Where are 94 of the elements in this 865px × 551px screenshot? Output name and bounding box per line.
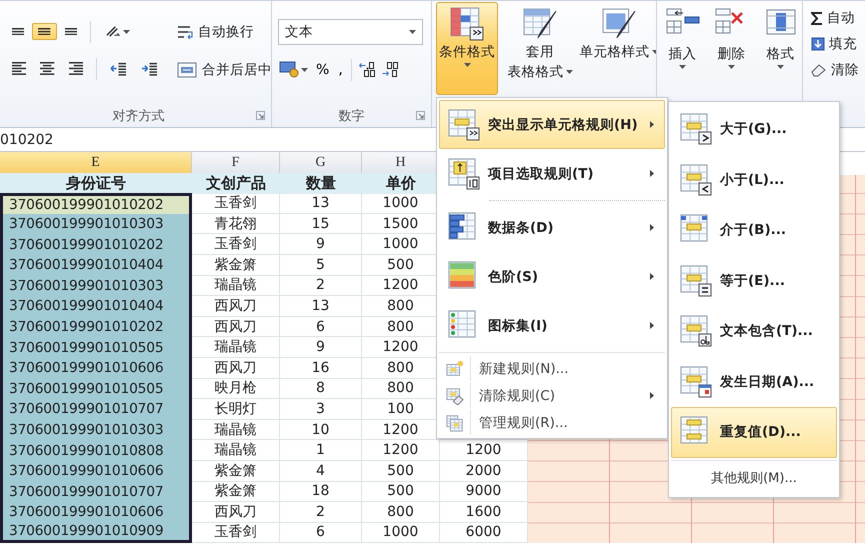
cell-styles-button[interactable]: 单元格样式 [582, 2, 656, 95]
table-cell: 映月枪 [192, 378, 280, 400]
table-cell: 370600199901010303 [0, 276, 192, 296]
menu-item[interactable]: 数据条(D) [439, 203, 665, 252]
menu-item[interactable]: 重复值(D)... [671, 407, 837, 458]
formula-value: 010202 [0, 132, 54, 148]
table-cell: 370600199901010202 [0, 316, 192, 338]
menu-item[interactable]: 图标集(I) [439, 301, 665, 350]
percent-button[interactable]: % [312, 62, 334, 78]
table-cell: 13 [280, 193, 362, 214]
number-format-dropdown[interactable]: 文本 [278, 19, 423, 45]
table-cell: 370600199901010505 [0, 337, 192, 358]
header-cell: 数量 [280, 172, 362, 194]
table-cell: 1 [280, 440, 362, 461]
table-cell: 370600199901010303 [0, 420, 192, 440]
menu-item[interactable]: 等于(E)... [671, 256, 837, 306]
column-header[interactable]: F [192, 152, 280, 175]
table-cell: 370600199901010404 [0, 296, 192, 317]
table-cell: 370600199901010505 [0, 378, 192, 400]
table-cell: 西风刀 [192, 502, 280, 523]
table-cell: 370600199901010909 [0, 522, 192, 544]
table-cell: 13 [280, 296, 362, 317]
menu-item[interactable]: 文本包含(T)... [671, 306, 837, 356]
menu-item[interactable]: 小于(L)... [671, 154, 837, 205]
delete-button[interactable]: 删除 [710, 2, 753, 95]
table-cell: 玉香剑 [192, 234, 280, 255]
menu-item[interactable]: 清除规则(C) [439, 382, 665, 409]
table-cell: 370600199901010707 [0, 399, 192, 420]
header-cell: 文创产品 [192, 172, 280, 194]
table-cell: 370600199901010404 [0, 254, 192, 276]
table-cell: 青花翎 [192, 214, 280, 234]
menu-item[interactable]: 管理规则(R)... [439, 409, 665, 436]
insert-button[interactable]: 插入 [661, 2, 704, 95]
table-cell: 18 [280, 482, 362, 502]
table-cell: 瑞晶镜 [192, 420, 280, 440]
table-cell: 瑞晶镜 [192, 440, 280, 461]
table-cell: 2 [280, 502, 362, 523]
column-header[interactable]: E [0, 152, 192, 175]
conditional-formatting-button[interactable]: 条件格式 [436, 2, 498, 95]
menu-item[interactable]: 突出显示单元格规则(H) [439, 100, 665, 149]
table-cell: 370600199901010707 [0, 482, 192, 502]
menu-item[interactable]: 介于(B)... [671, 205, 837, 256]
table-cell: 1000 [362, 522, 440, 544]
table-cell: 2 [280, 276, 362, 296]
table-cell: 370600199901010808 [0, 440, 192, 461]
table-cell: 800 [362, 502, 440, 523]
group-label: 数字 [338, 108, 364, 125]
table-cell: 3 [280, 399, 362, 420]
table-cell: 15 [280, 214, 362, 234]
table-cell: 1200 [362, 440, 440, 461]
clear-button[interactable]: 清除 [811, 61, 865, 79]
menu-item[interactable]: 项目选取规则(T) [439, 149, 665, 198]
active-cell: 370600199901010202 [0, 193, 192, 214]
table-cell: 6 [280, 522, 362, 544]
table-cell: 瑞晶镜 [192, 337, 280, 358]
table-cell: 370600199901010606 [0, 358, 192, 379]
comma-button[interactable]: , [334, 62, 347, 78]
table-cell: 紫金箫 [192, 254, 280, 276]
wrap-text-button[interactable]: 自动换行 [174, 19, 271, 45]
table-cell: 6 [280, 316, 362, 338]
header-cell: 身份证号 [0, 172, 192, 194]
table-cell: 370600199901010606 [0, 460, 192, 482]
table-cell: 370600199901010606 [0, 502, 192, 523]
table-cell: 16 [280, 358, 362, 379]
autosum-button[interactable]: 自动 [811, 9, 865, 27]
table-cell: 370600199901010303 [0, 214, 192, 234]
table-cell: 9 [280, 234, 362, 255]
table-cell: 西风刀 [192, 316, 280, 338]
table-cell: 紫金箫 [192, 482, 280, 502]
table-cell: 长明灯 [192, 399, 280, 420]
table-cell: 8 [280, 378, 362, 400]
table-cell: 500 [362, 460, 440, 482]
column-header[interactable]: G [280, 152, 362, 175]
format-as-table-button[interactable]: 套用 表格格式 [504, 2, 576, 95]
table-cell: 玉香剑 [192, 522, 280, 544]
table-cell: 玉香剑 [192, 193, 280, 214]
group-label: 对齐方式 [112, 108, 164, 125]
table-cell: 紫金箫 [192, 460, 280, 482]
format-button[interactable]: 格式 [759, 2, 802, 95]
table-cell: 9 [280, 337, 362, 358]
table-cell: 500 [362, 482, 440, 502]
table-cell: 5 [280, 254, 362, 276]
table-cell: 10 [280, 420, 362, 440]
table-cell: 西风刀 [192, 358, 280, 379]
menu-item[interactable]: 新建规则(N)... [439, 355, 665, 382]
fill-button[interactable]: 填充 [811, 35, 865, 53]
table-cell: 370600199901010202 [0, 234, 192, 255]
table-cell: 4 [280, 460, 362, 482]
more-rules-item[interactable]: 其他规则(M)... [671, 460, 837, 494]
menu-item[interactable]: 色阶(S) [439, 252, 665, 301]
table-cell: 西风刀 [192, 296, 280, 317]
menu-item[interactable]: 发生日期(A)... [671, 356, 837, 407]
table-cell: 瑞晶镜 [192, 276, 280, 296]
menu-item[interactable]: 大于(G)... [671, 104, 837, 154]
